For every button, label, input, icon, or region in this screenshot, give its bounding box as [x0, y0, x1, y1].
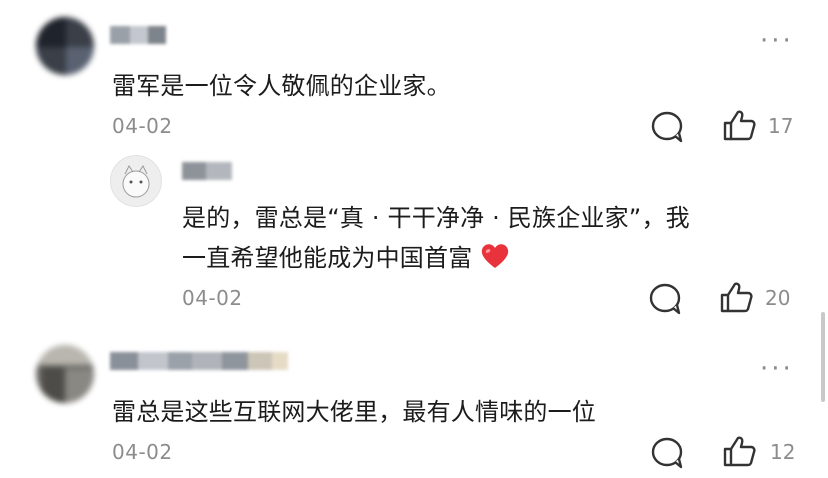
comment-date: 04-02: [112, 114, 173, 138]
like-count: 12: [770, 440, 796, 464]
reply-text-line1: 是的，雷总是“真 · 干干净净 · 民族企业家”，我: [182, 204, 690, 232]
thumbs-up-icon[interactable]: [722, 434, 758, 468]
reply-text-line2: 一直希望他能成为中国首富: [182, 238, 510, 278]
more-options-button[interactable]: ···: [760, 28, 794, 54]
scrollbar[interactable]: [821, 312, 825, 402]
username-blurred[interactable]: [110, 352, 288, 370]
avatar[interactable]: [110, 155, 162, 207]
reply-text-line2-content: 一直希望他能成为中国首富: [182, 244, 473, 272]
avatar[interactable]: [36, 345, 94, 403]
comment-text: 雷军是一位令人敬佩的企业家。: [112, 72, 451, 100]
thumbs-up-icon[interactable]: [719, 280, 755, 314]
username-blurred[interactable]: [110, 26, 166, 44]
comment-date: 04-02: [112, 440, 173, 464]
reply-bubble-icon[interactable]: [650, 436, 686, 470]
comment-text: 雷总是这些互联网大佬里，最有人情味的一位: [112, 398, 596, 426]
like-count: 17: [768, 114, 794, 138]
like-count: 20: [765, 286, 791, 310]
heart-emoji: [482, 244, 509, 268]
avatar[interactable]: [36, 17, 94, 75]
cartoon-avatar-icon: [122, 165, 150, 198]
thumbs-up-icon[interactable]: [722, 108, 758, 142]
reply-bubble-icon[interactable]: [648, 282, 684, 316]
reply-date: 04-02: [182, 286, 243, 310]
more-options-button[interactable]: ···: [760, 356, 794, 382]
username-blurred[interactable]: [182, 162, 232, 180]
reply-bubble-icon[interactable]: [650, 110, 686, 144]
